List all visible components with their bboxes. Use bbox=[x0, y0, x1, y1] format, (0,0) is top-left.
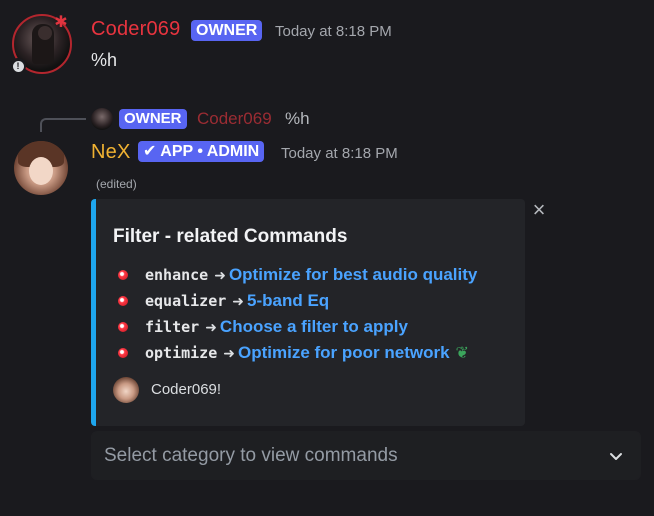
bullet-icon bbox=[118, 322, 128, 332]
reply-connector bbox=[40, 118, 86, 132]
bullet-icon bbox=[118, 270, 128, 280]
sprout-emoji-icon: ❦ bbox=[455, 345, 469, 362]
command-item: equalizer ➜ 5-band Eq bbox=[118, 290, 329, 312]
command-name: equalizer bbox=[145, 292, 227, 310]
close-icon[interactable]: × bbox=[530, 199, 548, 221]
reply-content[interactable]: %h bbox=[285, 109, 310, 129]
command-name: filter bbox=[145, 318, 200, 336]
embed-title: Filter - related Commands bbox=[113, 226, 348, 247]
message-coder069: ✱ ! Coder069 OWNER Today at 8:18 PM %h bbox=[0, 0, 654, 96]
chevron-down-icon bbox=[610, 453, 622, 460]
owner-role-badge: OWNER bbox=[191, 20, 263, 41]
message-username[interactable]: Coder069 bbox=[91, 18, 180, 41]
reply-avatar[interactable] bbox=[91, 108, 113, 130]
arrow-icon: ➜ bbox=[205, 318, 217, 335]
arrow-icon: ➜ bbox=[223, 344, 235, 361]
command-description-link[interactable]: Choose a filter to apply bbox=[220, 317, 408, 337]
bot-avatar[interactable] bbox=[14, 141, 68, 195]
command-description-link[interactable]: Optimize for poor network bbox=[238, 343, 450, 363]
bot-username[interactable]: NeX bbox=[91, 141, 131, 164]
avatar-decoration-icon: ✱ bbox=[54, 14, 68, 31]
reply-owner-badge: OWNER bbox=[119, 109, 187, 129]
arrow-icon: ➜ bbox=[214, 266, 226, 283]
command-item: enhance ➜ Optimize for best audio qualit… bbox=[118, 264, 477, 286]
category-select[interactable]: Select category to view commands bbox=[91, 431, 641, 480]
edited-indicator: (edited) bbox=[96, 177, 137, 191]
footer-avatar bbox=[113, 377, 139, 403]
avatar-face bbox=[29, 157, 53, 185]
embed-footer: Coder069! bbox=[151, 381, 222, 398]
app-admin-badge: ✔ APP • ADMIN bbox=[138, 141, 265, 162]
command-description-link[interactable]: Optimize for best audio quality bbox=[229, 265, 477, 285]
command-name: enhance bbox=[145, 266, 209, 284]
bullet-icon bbox=[118, 348, 128, 358]
message-content: %h bbox=[91, 50, 118, 70]
select-placeholder: Select category to view commands bbox=[104, 445, 398, 466]
reply-username[interactable]: Coder069 bbox=[197, 109, 272, 129]
message-timestamp: Today at 8:18 PM bbox=[275, 23, 392, 40]
avatar-head bbox=[38, 26, 52, 40]
status-indicator-icon: ! bbox=[10, 58, 26, 74]
command-name: optimize bbox=[145, 344, 218, 362]
bot-message-timestamp: Today at 8:18 PM bbox=[281, 145, 398, 162]
command-item: optimize ➜ Optimize for poor network ❦ bbox=[118, 342, 469, 364]
bullet-icon bbox=[118, 296, 128, 306]
arrow-icon: ➜ bbox=[232, 292, 245, 309]
command-item: filter ➜ Choose a filter to apply bbox=[118, 316, 408, 338]
command-description-link[interactable]: 5-band Eq bbox=[247, 291, 329, 311]
